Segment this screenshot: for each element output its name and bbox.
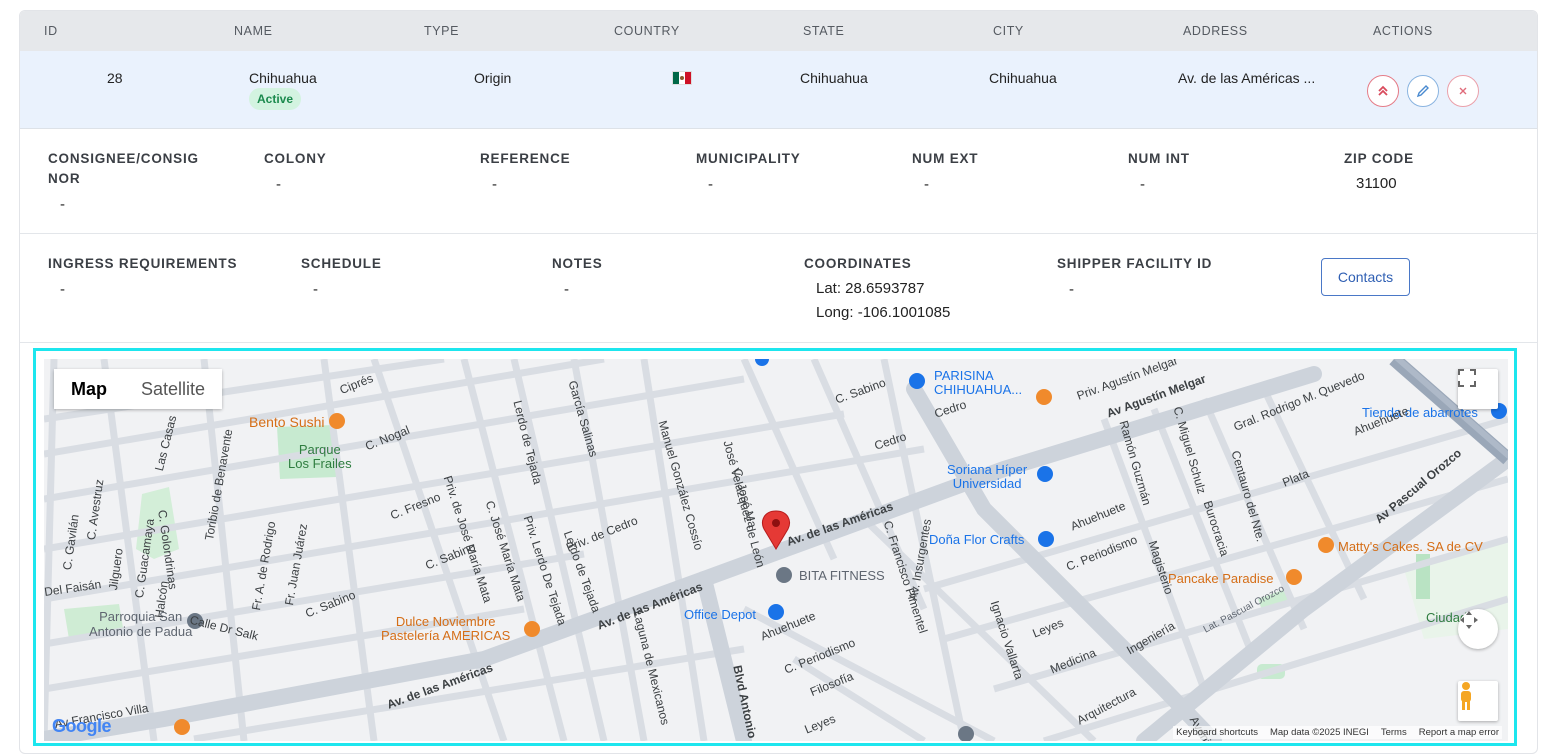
header-name: NAME <box>234 24 273 38</box>
poi-parroquia-san-antonio[interactable]: Parroquia San Antonio de Padua <box>89 609 192 639</box>
keyboard-shortcuts-link[interactable]: Keyboard shortcuts <box>1176 727 1258 738</box>
reference-value: - <box>492 176 497 193</box>
mexico-flag-icon <box>672 71 692 85</box>
parisina-line2: CHIHUAHUA... <box>934 382 1023 397</box>
map-footer: Keyboard shortcuts Map data ©2025 INEGI … <box>1173 726 1502 739</box>
soriana-line2: Universidad <box>952 476 1022 491</box>
notes-label: NOTES <box>552 256 603 271</box>
parroquia-line1: Parroquia San <box>99 609 183 624</box>
details-section-address: CONSIGNEE/CONSIG NOR - COLONY - REFERENC… <box>20 129 1537 234</box>
status-badge: Active <box>249 88 302 110</box>
consignee-label: CONSIGNEE/CONSIG <box>48 151 199 166</box>
parque-line1: Parque <box>298 442 341 457</box>
municipality-value: - <box>708 176 713 193</box>
dulce-line1: Dulce Noviembre <box>395 614 496 629</box>
header-city: CITY <box>993 24 1024 38</box>
ingress-value: - <box>60 281 65 298</box>
row-type: Origin <box>474 70 512 86</box>
map-type-control: Map Satellite <box>54 369 223 409</box>
contacts-button[interactable]: Contacts <box>1321 258 1410 296</box>
street-view-pegman[interactable] <box>1458 681 1498 721</box>
poi-bita-fitness[interactable]: BITA FITNESS <box>799 568 885 583</box>
longitude-value: Long: -106.1001085 <box>816 304 951 321</box>
delete-button[interactable] <box>1447 75 1479 107</box>
header-country: COUNTRY <box>614 24 680 38</box>
report-map-error-link[interactable]: Report a map error <box>1419 727 1499 738</box>
reference-label: REFERENCE <box>480 151 571 166</box>
fullscreen-button[interactable] <box>1458 369 1498 409</box>
latitude-value: Lat: 28.6593787 <box>816 280 925 297</box>
poi-parque-los-frailes[interactable]: Parque Los Frailes <box>288 443 352 471</box>
row-city: Chihuahua <box>989 70 1057 86</box>
coordinates-label: COORDINATES <box>804 256 912 271</box>
table-row[interactable]: 28 Chihuahua Active Origin Chihuahua Chi… <box>20 51 1537 129</box>
poi-parisina[interactable]: PARISINA CHIHUAHUA... <box>934 369 1022 397</box>
poi-bento-sushi[interactable]: Bento Sushi <box>249 414 325 430</box>
collapse-button[interactable] <box>1367 75 1399 107</box>
num-ext-value: - <box>924 176 929 193</box>
details-section-facility: INGRESS REQUIREMENTS - SCHEDULE - NOTES … <box>20 234 1537 343</box>
parroquia-line2: Antonio de Padua <box>89 624 193 639</box>
terms-link[interactable]: Terms <box>1381 727 1407 738</box>
poi-soriana[interactable]: Soriana Híper Universidad <box>947 463 1027 491</box>
schedule-label: SCHEDULE <box>301 256 382 271</box>
edit-icon <box>1416 85 1429 98</box>
parque-line2: Los Frailes <box>288 456 352 471</box>
google-map[interactable]: Bento Sushi Parque Los Frailes PARISINA CH… <box>44 359 1508 741</box>
num-int-label: NUM INT <box>1128 151 1190 166</box>
map-type-map-button[interactable]: Map <box>54 369 124 409</box>
header-address: ADDRESS <box>1183 24 1248 38</box>
consignee-value: - <box>60 196 65 213</box>
camera-control-icon <box>1460 611 1478 629</box>
row-state: Chihuahua <box>800 70 868 86</box>
shipper-facility-label: SHIPPER FACILITY ID <box>1057 256 1213 271</box>
poi-office-depot[interactable]: Office Depot <box>684 607 756 622</box>
location-details-panel: ID NAME TYPE COUNTRY STATE CITY ADDRESS … <box>19 10 1538 754</box>
poi-mattys-cakes[interactable]: Matty's Cakes. SA de CV <box>1338 539 1483 554</box>
ingress-label: INGRESS REQUIREMENTS <box>48 256 238 271</box>
header-state: STATE <box>803 24 845 38</box>
header-actions: ACTIONS <box>1373 24 1433 38</box>
shipper-facility-value: - <box>1069 281 1074 298</box>
collapse-icon <box>1378 85 1388 96</box>
num-ext-label: NUM EXT <box>912 151 979 166</box>
zip-code-label: ZIP CODE <box>1344 151 1414 166</box>
consignee-label-cont: NOR <box>48 171 81 186</box>
row-address: Av. de las Américas ... <box>1178 70 1316 86</box>
row-id: 28 <box>107 70 123 86</box>
colony-value: - <box>276 176 281 193</box>
map-data-attribution: Map data ©2025 INEGI <box>1269 727 1369 738</box>
table-header: ID NAME TYPE COUNTRY STATE CITY ADDRESS … <box>20 11 1537 51</box>
fullscreen-icon <box>1458 369 1476 387</box>
header-id: ID <box>44 24 58 38</box>
map-type-satellite-button[interactable]: Satellite <box>124 369 223 409</box>
close-icon <box>1459 87 1467 95</box>
colony-label: COLONY <box>264 151 327 166</box>
schedule-value: - <box>313 281 318 298</box>
poi-pancake-paradise[interactable]: Pancake Paradise <box>1168 571 1274 586</box>
google-logo[interactable]: Google <box>52 716 112 737</box>
municipality-label: MUNICIPALITY <box>696 151 801 166</box>
zip-code-value: 31100 <box>1356 175 1397 192</box>
soriana-line1: Soriana Híper <box>947 462 1028 477</box>
camera-control-button[interactable] <box>1458 609 1498 649</box>
num-int-value: - <box>1140 176 1145 193</box>
map-container: Bento Sushi Parque Los Frailes PARISINA CH… <box>33 348 1517 746</box>
header-type: TYPE <box>424 24 460 38</box>
parisina-line1: PARISINA <box>934 368 994 383</box>
poi-dona-flor-crafts[interactable]: Doña Flor Crafts <box>929 532 1024 547</box>
poi-dulce-noviembre[interactable]: Dulce Noviembre Pastelería AMERICAS <box>381 615 510 643</box>
pegman-icon <box>1461 682 1471 710</box>
edit-button[interactable] <box>1407 75 1439 107</box>
notes-value: - <box>564 281 569 298</box>
row-name: Chihuahua <box>249 70 317 86</box>
dulce-line2: Pastelería AMERICAS <box>381 628 511 643</box>
